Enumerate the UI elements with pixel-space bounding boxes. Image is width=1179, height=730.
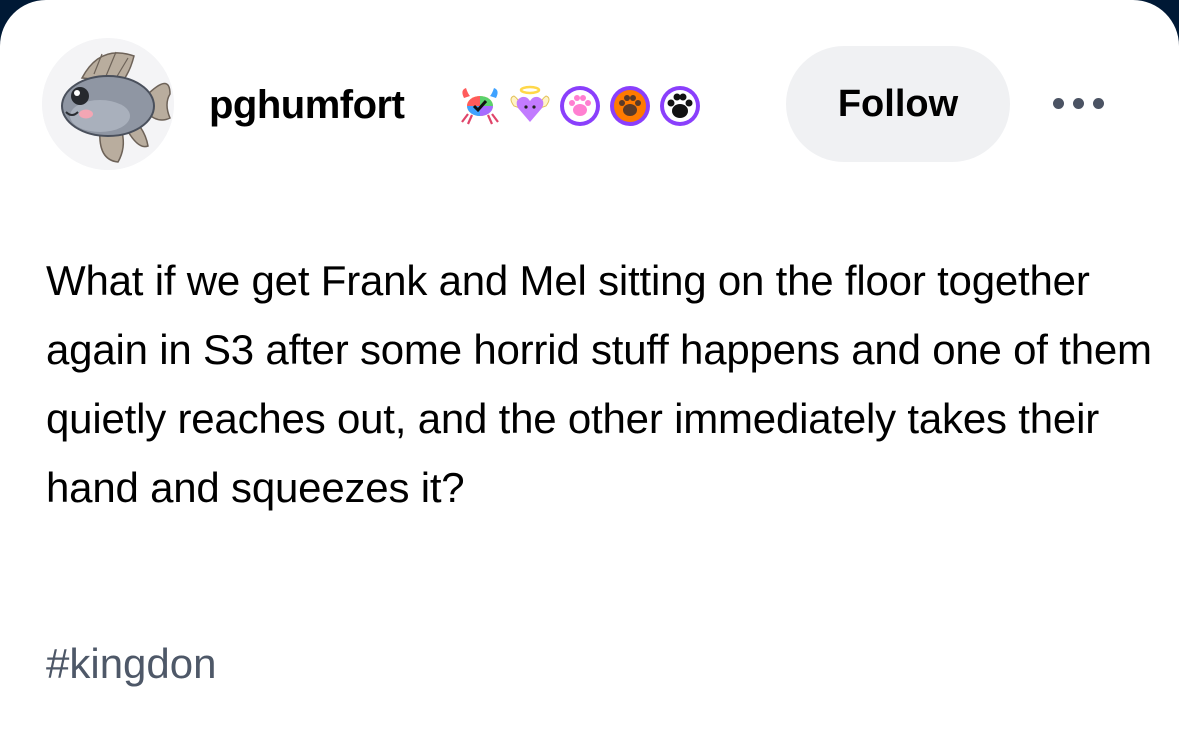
orange-paw-badge-icon[interactable] [608, 84, 652, 128]
more-dot [1052, 97, 1064, 109]
angel-heart-badge-icon[interactable] [508, 84, 552, 128]
author-avatar[interactable] [42, 38, 174, 170]
author-badges [458, 83, 702, 129]
more-options-icon[interactable] [1042, 88, 1114, 118]
pink-paw-badge-icon[interactable] [558, 84, 602, 128]
more-dot [1072, 97, 1084, 109]
fish-avatar-icon [42, 38, 174, 170]
author-username[interactable]: pghumfort [209, 80, 405, 130]
more-dot [1092, 97, 1104, 109]
post-tag[interactable]: #kingdon [46, 634, 216, 694]
follow-button[interactable]: Follow [786, 46, 1010, 162]
post-body-text: What if we get Frank and Mel sitting on … [46, 257, 1152, 511]
rainbow-crab-badge-icon[interactable] [458, 84, 502, 128]
black-paw-badge-icon[interactable] [658, 84, 702, 128]
post-card: pghumfort Follow What if we get Frank an… [0, 0, 1179, 730]
